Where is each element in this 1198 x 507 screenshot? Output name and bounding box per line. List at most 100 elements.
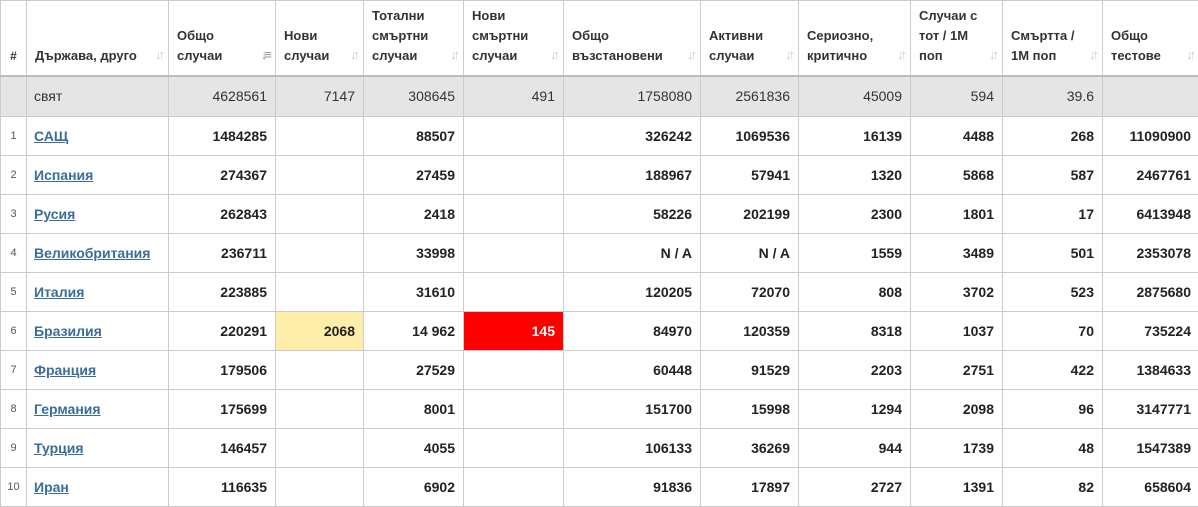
country-link[interactable]: Бразилия (34, 323, 102, 339)
cell-deaths-per-1m: 268 (1003, 117, 1103, 156)
column-header-label: Сериозно, критично (807, 26, 904, 66)
cell-idx: 6 (1, 312, 27, 351)
cell-total-recovered: 106133 (564, 429, 701, 468)
column-header-critical[interactable]: Сериозно, критично↓↑ (799, 1, 911, 76)
cell-active-cases: 36269 (701, 429, 799, 468)
country-link[interactable]: Великобритания (34, 245, 150, 261)
cell-idx: 10 (1, 468, 27, 507)
cell-new-deaths (464, 195, 564, 234)
cell-new-deaths (464, 390, 564, 429)
country-link[interactable]: Италия (34, 284, 84, 300)
column-header-label: Общо тестове (1111, 26, 1193, 66)
table-body: свят462856171473086454911758080256183645… (1, 76, 1198, 507)
cell-active-cases: 17897 (701, 468, 799, 507)
cell-new-deaths (464, 351, 564, 390)
sort-icon[interactable]: ↓↑ (450, 45, 457, 65)
cell-active-cases: 57941 (701, 156, 799, 195)
column-header-new-cases[interactable]: Нови случаи↓↑ (276, 1, 364, 76)
sort-icon[interactable]: ↓↑ (350, 45, 357, 65)
column-header-label: Общо случаи (177, 26, 269, 66)
cell-idx: 5 (1, 273, 27, 312)
cell-active-cases: N / A (701, 234, 799, 273)
column-header-cases-per-1m[interactable]: Случаи с тот / 1М поп↓↑ (911, 1, 1003, 76)
cell-cases-per-1m: 594 (911, 76, 1003, 117)
country-link[interactable]: Русия (34, 206, 75, 222)
cell-total-recovered: 60448 (564, 351, 701, 390)
country-link[interactable]: Испания (34, 167, 93, 183)
cell-country: Иран (27, 468, 169, 507)
sort-icon[interactable]: ↓↑ (989, 45, 996, 65)
column-header-total-recovered[interactable]: Общо възстановени↓↑ (564, 1, 701, 76)
column-header-new-deaths[interactable]: Нови смъртни случаи↓↑ (464, 1, 564, 76)
cell-cases-per-1m: 1739 (911, 429, 1003, 468)
cell-total-tests: 1547389 (1103, 429, 1198, 468)
cell-country: Турция (27, 429, 169, 468)
cell-cases-per-1m: 2751 (911, 351, 1003, 390)
header-row: #Държава, друго↓↑Общо случаи↓≡Нови случа… (1, 1, 1198, 76)
cell-country: Франция (27, 351, 169, 390)
sort-icon[interactable]: ↓↑ (897, 45, 904, 65)
column-header-country[interactable]: Държава, друго↓↑ (27, 1, 169, 76)
cell-country: Германия (27, 390, 169, 429)
cell-new-deaths (464, 156, 564, 195)
cell-country: САЩ (27, 117, 169, 156)
sort-icon[interactable]: ↓≡ (261, 45, 269, 65)
column-header-total-cases[interactable]: Общо случаи↓≡ (169, 1, 276, 76)
cell-cases-per-1m: 5868 (911, 156, 1003, 195)
sort-icon[interactable]: ↓↑ (785, 45, 792, 65)
sort-icon[interactable]: ↓↑ (1089, 45, 1096, 65)
cell-total-deaths: 27459 (364, 156, 464, 195)
country-link[interactable]: Франция (34, 362, 96, 378)
cell-total-recovered: 1758080 (564, 76, 701, 117)
column-header-total-deaths[interactable]: Тотални смъртни случаи↓↑ (364, 1, 464, 76)
cell-total-tests: 6413948 (1103, 195, 1198, 234)
cell-active-cases: 72070 (701, 273, 799, 312)
cell-new-cases (276, 468, 364, 507)
cell-active-cases: 91529 (701, 351, 799, 390)
cell-critical: 808 (799, 273, 911, 312)
column-header-label: Смъртта / 1М поп (1011, 26, 1096, 66)
country-link[interactable]: Турция (34, 440, 84, 456)
cell-total-deaths: 31610 (364, 273, 464, 312)
cell-total-deaths: 33998 (364, 234, 464, 273)
column-header-active-cases[interactable]: Активни случаи↓↑ (701, 1, 799, 76)
cell-active-cases: 120359 (701, 312, 799, 351)
cell-cases-per-1m: 3489 (911, 234, 1003, 273)
table-row: 10Иран1166356902918361789727271391826586… (1, 468, 1198, 507)
cell-total-recovered: 91836 (564, 468, 701, 507)
cell-total-deaths: 27529 (364, 351, 464, 390)
column-header-label: Нови случаи (284, 26, 357, 66)
cell-deaths-per-1m: 96 (1003, 390, 1103, 429)
cell-active-cases: 202199 (701, 195, 799, 234)
column-header-total-tests[interactable]: Общо тестове↓↑ (1103, 1, 1198, 76)
cell-country: Италия (27, 273, 169, 312)
column-header-label: # (10, 49, 17, 63)
column-header-label: Активни случаи (709, 26, 792, 66)
cell-idx: 4 (1, 234, 27, 273)
column-header-label: Нови смъртни случаи (472, 6, 557, 66)
cell-idx: 3 (1, 195, 27, 234)
cell-idx: 8 (1, 390, 27, 429)
cell-critical: 8318 (799, 312, 911, 351)
country-link[interactable]: Германия (34, 401, 101, 417)
cell-total-cases: 220291 (169, 312, 276, 351)
sort-icon[interactable]: ↓↑ (155, 45, 162, 65)
country-link[interactable]: САЩ (34, 128, 68, 144)
cell-total-deaths: 14 962 (364, 312, 464, 351)
cell-total-cases: 236711 (169, 234, 276, 273)
cell-total-tests: 658604 (1103, 468, 1198, 507)
cell-critical: 2727 (799, 468, 911, 507)
cell-cases-per-1m: 3702 (911, 273, 1003, 312)
cell-total-cases: 175699 (169, 390, 276, 429)
cell-critical: 16139 (799, 117, 911, 156)
sort-icon[interactable]: ↓↑ (550, 45, 557, 65)
sort-icon[interactable]: ↓↑ (1186, 45, 1193, 65)
column-header-idx: # (1, 1, 27, 76)
cell-country: свят (27, 76, 169, 117)
country-link[interactable]: Иран (34, 479, 69, 495)
sort-icon[interactable]: ↓↑ (687, 45, 694, 65)
cell-new-cases (276, 156, 364, 195)
cell-total-recovered: 84970 (564, 312, 701, 351)
column-header-deaths-per-1m[interactable]: Смъртта / 1М поп↓↑ (1003, 1, 1103, 76)
cell-total-recovered: N / A (564, 234, 701, 273)
